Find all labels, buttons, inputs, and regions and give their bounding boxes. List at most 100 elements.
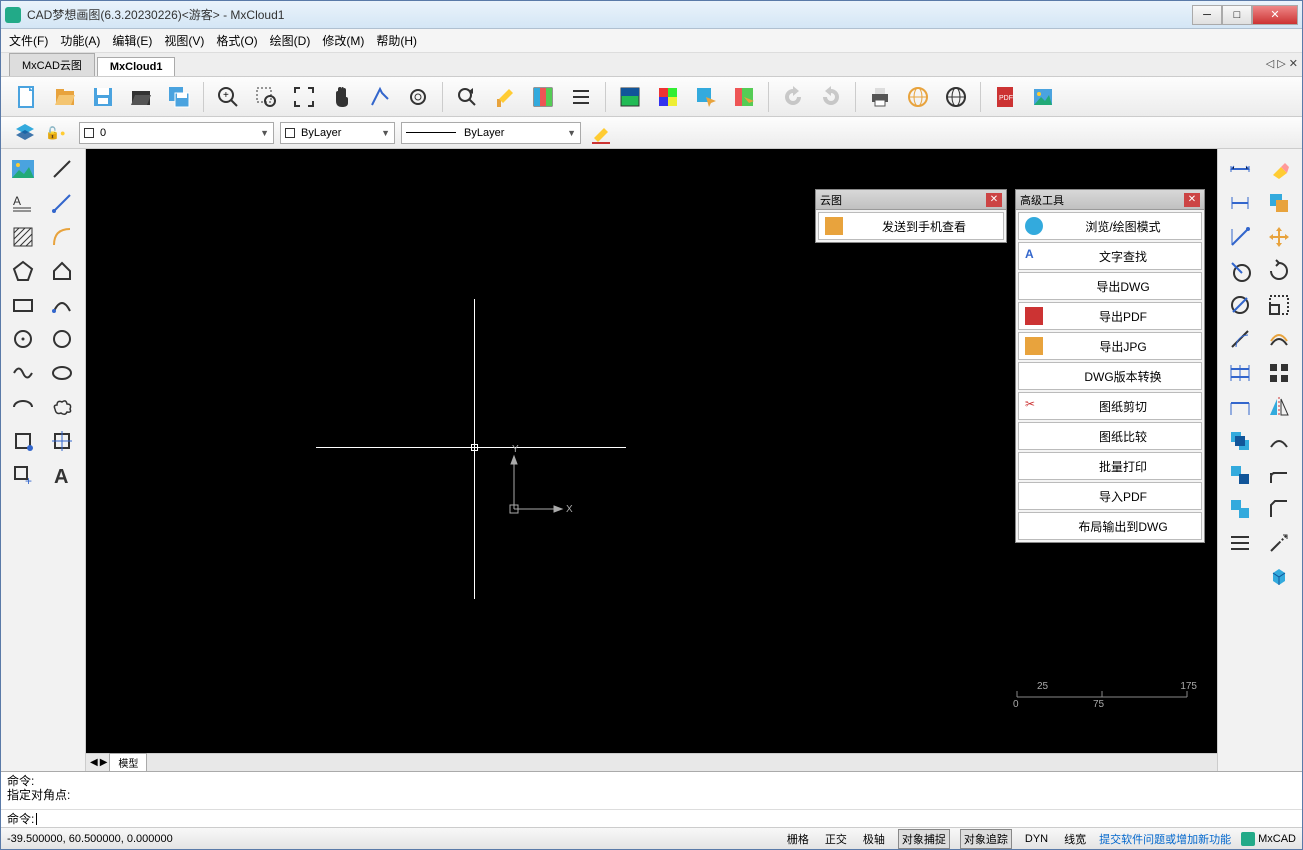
- mode-grid[interactable]: 栅格: [784, 830, 812, 848]
- mode-lineweight[interactable]: 线宽: [1061, 830, 1089, 848]
- close-button[interactable]: ✕: [1252, 5, 1298, 25]
- fillet-icon[interactable]: [1261, 459, 1297, 491]
- menu-function[interactable]: 功能(A): [60, 32, 100, 49]
- drawing-canvas[interactable]: YX 云图✕ 发送到手机查看 高级工具✕ 浏览/绘图模式 A文字查找 导出DWG…: [86, 149, 1217, 753]
- mode-polar[interactable]: 极轴: [860, 830, 888, 848]
- pdf-icon[interactable]: PDF: [989, 81, 1021, 113]
- menu-format[interactable]: 格式(O): [216, 32, 257, 49]
- tab-mxcloud1[interactable]: MxCloud1: [97, 57, 176, 76]
- edit-icon[interactable]: [489, 81, 521, 113]
- layer-combo[interactable]: 0▼: [79, 122, 274, 144]
- tool-browse-mode[interactable]: 浏览/绘图模式: [1018, 212, 1202, 240]
- dim-arc-icon[interactable]: [1222, 323, 1258, 355]
- open-cloud-icon[interactable]: [49, 81, 81, 113]
- text-icon[interactable]: A: [5, 187, 41, 219]
- move-icon[interactable]: [1261, 221, 1297, 253]
- dim-angular-icon[interactable]: [1222, 221, 1258, 253]
- revcloud-icon[interactable]: [44, 391, 80, 423]
- pan-icon[interactable]: [326, 81, 358, 113]
- scroll-right-icon[interactable]: ▶: [100, 757, 108, 768]
- pentagon-icon[interactable]: [44, 255, 80, 287]
- ellipse-arc-icon[interactable]: [5, 391, 41, 423]
- zoom-extents-icon[interactable]: [288, 81, 320, 113]
- globe-icon[interactable]: [940, 81, 972, 113]
- chamfer-icon[interactable]: [1261, 493, 1297, 525]
- copy-icon[interactable]: [1261, 187, 1297, 219]
- insert-icon[interactable]: +: [5, 459, 41, 491]
- match-icon[interactable]: [728, 81, 760, 113]
- dim-diameter-icon[interactable]: [1222, 289, 1258, 321]
- tool-layout-export[interactable]: 布局输出到DWG: [1018, 512, 1202, 540]
- select-icon[interactable]: [690, 81, 722, 113]
- stretch-icon[interactable]: [1222, 527, 1258, 559]
- regen-icon[interactable]: [451, 81, 483, 113]
- menu-view[interactable]: 视图(V): [164, 32, 204, 49]
- arc3p-icon[interactable]: [44, 289, 80, 321]
- tool-export-pdf[interactable]: 导出PDF: [1018, 302, 1202, 330]
- mode-ortho[interactable]: 正交: [822, 830, 850, 848]
- feedback-link[interactable]: 提交软件问题或增加新功能: [1099, 831, 1231, 847]
- tool-import-pdf[interactable]: 导入PDF: [1018, 482, 1202, 510]
- minimize-button[interactable]: ─: [1192, 5, 1222, 25]
- color-combo[interactable]: ByLayer▼: [280, 122, 395, 144]
- text-a-icon[interactable]: A: [44, 459, 80, 491]
- dim-aligned-icon[interactable]: [1222, 187, 1258, 219]
- break-icon[interactable]: [1222, 459, 1258, 491]
- color-icon[interactable]: [652, 81, 684, 113]
- explode-icon[interactable]: [1222, 493, 1258, 525]
- mode-dyn[interactable]: DYN: [1022, 832, 1051, 846]
- list-icon[interactable]: [565, 81, 597, 113]
- tool-crop[interactable]: ✂图纸剪切: [1018, 392, 1202, 420]
- menu-draw[interactable]: 绘图(D): [270, 32, 311, 49]
- ellipse-icon[interactable]: [44, 357, 80, 389]
- linetype-edit-icon[interactable]: [587, 120, 615, 146]
- save-icon[interactable]: [87, 81, 119, 113]
- polygon-icon[interactable]: [5, 255, 41, 287]
- tool-dwg-convert[interactable]: DWG版本转换: [1018, 362, 1202, 390]
- command-line[interactable]: 命令:: [1, 809, 1302, 827]
- erase-icon[interactable]: [1261, 153, 1297, 185]
- open-icon[interactable]: [125, 81, 157, 113]
- tab-controls[interactable]: ◁ ▷ ✕: [1266, 57, 1298, 70]
- circle-center-icon[interactable]: [5, 323, 41, 355]
- tool-export-jpg[interactable]: 导出JPG: [1018, 332, 1202, 360]
- block-icon[interactable]: [44, 425, 80, 457]
- menu-file[interactable]: 文件(F): [9, 32, 48, 49]
- mode-otrack[interactable]: 对象追踪: [960, 829, 1012, 849]
- donut-icon[interactable]: [5, 425, 41, 457]
- rotate-icon[interactable]: [1261, 255, 1297, 287]
- scale-icon[interactable]: [1261, 289, 1297, 321]
- menu-edit[interactable]: 编辑(E): [112, 32, 152, 49]
- offset-icon[interactable]: [1261, 323, 1297, 355]
- image-icon[interactable]: [1027, 81, 1059, 113]
- ray-icon[interactable]: [44, 187, 80, 219]
- tab-cloud[interactable]: MxCAD云图: [9, 53, 95, 76]
- layer-icon[interactable]: [614, 81, 646, 113]
- maximize-button[interactable]: □: [1222, 5, 1252, 25]
- rectangle-icon[interactable]: [5, 289, 41, 321]
- 3d-icon[interactable]: [1261, 561, 1297, 593]
- tool-text-search[interactable]: A文字查找: [1018, 242, 1202, 270]
- leader-icon[interactable]: [1222, 391, 1258, 423]
- tools-panel-close-icon[interactable]: ✕: [1184, 193, 1200, 207]
- dim-continue-icon[interactable]: [1222, 357, 1258, 389]
- web-icon[interactable]: [902, 81, 934, 113]
- send-to-phone-button[interactable]: 发送到手机查看: [818, 212, 1004, 240]
- print-icon[interactable]: [864, 81, 896, 113]
- tool-export-dwg[interactable]: 导出DWG: [1018, 272, 1202, 300]
- hatch-icon[interactable]: [5, 221, 41, 253]
- tool-batch-print[interactable]: 批量打印: [1018, 452, 1202, 480]
- cloud-panel-close-icon[interactable]: ✕: [986, 193, 1002, 207]
- trim-icon[interactable]: [1222, 425, 1258, 457]
- spline-icon[interactable]: [5, 357, 41, 389]
- mirror-icon[interactable]: [1261, 391, 1297, 423]
- properties-icon[interactable]: [527, 81, 559, 113]
- zoom-in-icon[interactable]: +: [212, 81, 244, 113]
- image-tool-icon[interactable]: [5, 153, 41, 185]
- extend-icon[interactable]: [1261, 425, 1297, 457]
- dim-radius-icon[interactable]: [1222, 255, 1258, 287]
- new-icon[interactable]: [11, 81, 43, 113]
- arc-icon[interactable]: [44, 221, 80, 253]
- scroll-left-icon[interactable]: ◀: [90, 757, 98, 768]
- zoom-realtime-icon[interactable]: [402, 81, 434, 113]
